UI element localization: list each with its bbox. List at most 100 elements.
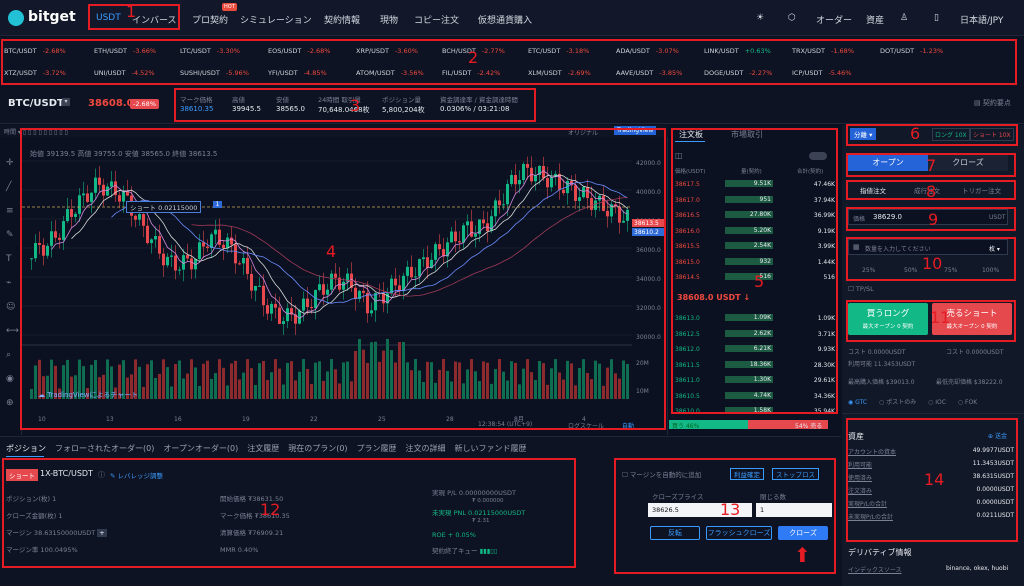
short-position-label[interactable]: ショート 0.02115000: [126, 201, 202, 213]
transfer-link[interactable]: ⊕ 送金: [988, 431, 1007, 440]
auto-margin-checkbox[interactable]: ☐ マージンを自動的に追加: [622, 469, 701, 479]
position-tab[interactable]: 注文の詳細: [406, 444, 446, 453]
order-book-row[interactable]: 38610.0 1.58K 35.94K: [669, 406, 841, 417]
close-qty-input[interactable]: 1: [756, 503, 832, 517]
ticker-item[interactable]: XRP/USDT -3.60%: [356, 47, 418, 55]
ticker-item[interactable]: AAVE/USDT -3.85%: [616, 69, 682, 77]
pct-25[interactable]: 25%: [862, 267, 875, 274]
nav-assets[interactable]: 資産: [866, 13, 884, 26]
nav-usdt[interactable]: USDT: [96, 13, 121, 23]
user-icon[interactable]: ♙: [900, 13, 908, 23]
pct-50[interactable]: 50%: [904, 267, 917, 274]
order-book-row[interactable]: 38615.5 2.54K 3.99K: [669, 241, 841, 252]
position-tab[interactable]: フォローされたオーダー(0): [55, 444, 154, 453]
mobile-icon[interactable]: ▯: [934, 13, 939, 23]
reverse-button[interactable]: 反転: [650, 526, 700, 540]
tab-order-book[interactable]: 注文板: [679, 129, 703, 140]
nav-buy-crypto[interactable]: 仮想通貨購入: [478, 13, 532, 26]
ticker-item[interactable]: UNI/USDT -4.52%: [94, 69, 155, 77]
index-source-label[interactable]: インデックスソース: [848, 565, 902, 574]
order-book-row[interactable]: 38617.0 951 37.94K: [669, 195, 841, 206]
pair-dropdown-icon[interactable]: ▾: [62, 98, 70, 106]
tab-market-trades[interactable]: 市場取引: [731, 129, 763, 140]
tradingview-tab[interactable]: TradingView: [614, 126, 657, 135]
limit-order-tab[interactable]: 指値注文: [860, 185, 886, 195]
drawing-tools[interactable]: ✛ ╱ ≡ ✎ T ⌁ ☺ ⟷ ⌕ ◉ ⊕: [0, 139, 22, 435]
theme-sun-icon[interactable]: ☀: [756, 13, 764, 23]
add-margin-button[interactable]: +: [97, 529, 107, 537]
order-book-row[interactable]: 38615.0 932 1.44K: [669, 257, 841, 268]
short-leverage[interactable]: ショート 10X: [970, 128, 1014, 141]
flash-close-button[interactable]: フラッシュクローズ: [706, 526, 772, 540]
ticker-item[interactable]: XTZ/USDT -3.72%: [4, 69, 66, 77]
log-scale-toggle[interactable]: ログスケール: [568, 421, 604, 430]
order-book-row[interactable]: 38616.5 27.80K 36.99K: [669, 210, 841, 221]
pair-name[interactable]: BTC/USDT: [8, 98, 64, 109]
ticker-item[interactable]: ADA/USDT -3.07%: [616, 47, 679, 55]
order-book-row[interactable]: 38611.0 1.30K 29.61K: [669, 375, 841, 386]
ticker-item[interactable]: EOS/USDT -2.68%: [268, 47, 330, 55]
auto-scale-toggle[interactable]: 自動: [622, 421, 634, 430]
sell-short-button[interactable]: 売るショート 最大オープン 0 契約: [932, 303, 1012, 335]
order-book-row[interactable]: 38616.0 5.20K 9.19K: [669, 226, 841, 237]
tif-options[interactable]: ◉ GTC ○ ポストのみ ○ IOC ○ FOK: [848, 397, 977, 406]
order-book-row[interactable]: 38614.5 516 516: [669, 272, 841, 283]
order-book-row[interactable]: 38612.0 6.21K 9.93K: [669, 344, 841, 355]
nav-contract-info[interactable]: 契約情報: [324, 13, 360, 26]
ticker-item[interactable]: ICP/USDT -5.46%: [792, 69, 851, 77]
position-tab[interactable]: 注文履歴: [247, 444, 279, 453]
pct-75[interactable]: 75%: [944, 267, 957, 274]
tif-ioc[interactable]: ○ IOC: [928, 399, 946, 406]
book-view-icon[interactable]: ◫: [675, 151, 683, 160]
nav-order[interactable]: オーダー: [816, 13, 852, 26]
book-toggle[interactable]: [809, 152, 827, 160]
tif-fok[interactable]: ○ FOK: [958, 399, 977, 406]
nav-pro-contract[interactable]: プロ契約: [192, 13, 228, 26]
price-input[interactable]: 価格 38629.0 USDT: [848, 209, 1008, 225]
tif-gtc[interactable]: ◉ GTC: [848, 399, 867, 406]
ticker-item[interactable]: SUSHI/USDT -5.96%: [180, 69, 249, 77]
contract-info-link[interactable]: ▤ 契約要点: [974, 98, 1011, 108]
ticker-item[interactable]: DOT/USDT -1.23%: [880, 47, 943, 55]
ticker-item[interactable]: YFI/USDT -4.85%: [268, 69, 327, 77]
margin-mode-select[interactable]: 分離 ▾: [850, 128, 877, 140]
buy-long-button[interactable]: 買うロング 最大オープン 0 契約: [848, 303, 928, 335]
ticker-item[interactable]: ATOM/USDT -3.56%: [356, 69, 424, 77]
take-profit-button[interactable]: 利益確定: [730, 468, 764, 480]
brand-logo[interactable]: bitget: [28, 9, 76, 25]
interval-selector[interactable]: 時間 ▾ ▯ ▯ ▯ ▯ ▯ ▯ ▯ ▯ ▯: [4, 127, 68, 136]
nav-inverse[interactable]: インバース: [132, 13, 177, 26]
position-tab[interactable]: 新しいファンド履歴: [455, 444, 527, 453]
nav-spot[interactable]: 現物: [380, 13, 398, 26]
ticker-item[interactable]: LINK/USDT +0.63%: [704, 47, 771, 55]
order-book-row[interactable]: 38610.5 4.74K 34.36K: [669, 391, 841, 402]
ticker-item[interactable]: ETC/USDT -3.18%: [528, 47, 589, 55]
ticker-item[interactable]: LTC/USDT -3.30%: [180, 47, 240, 55]
ticker-item[interactable]: FIL/USDT -2.42%: [442, 69, 500, 77]
ticker-item[interactable]: BCH/USDT -2.77%: [442, 47, 505, 55]
close-tab[interactable]: クローズ: [928, 155, 1008, 171]
nav-copy-trade[interactable]: コピー注文: [414, 13, 459, 26]
tpsl-checkbox[interactable]: ☐ TP/SL: [848, 285, 874, 293]
original-view-tab[interactable]: オリジナル: [568, 128, 598, 137]
drawing-tool-icons[interactable]: ✛ ╱ ≡ ✎ T ⌁ ☺ ⟷ ⌕ ◉ ⊕: [6, 151, 19, 415]
ticker-item[interactable]: TRX/USDT -1.68%: [792, 47, 854, 55]
quantity-input[interactable]: ▦ 数量を入力してください 枚 ▾: [848, 239, 1008, 255]
order-book-row[interactable]: 38612.5 2.62K 3.71K: [669, 329, 841, 340]
ticker-item[interactable]: BTC/USDT -2.68%: [4, 47, 66, 55]
position-tab[interactable]: オープンオーダー(0): [163, 444, 238, 453]
settings-icon[interactable]: ⬡: [788, 13, 796, 23]
quantity-unit[interactable]: 枚 ▾: [989, 244, 1000, 253]
position-tab[interactable]: プラン履歴: [357, 444, 397, 453]
open-tab[interactable]: オープン: [848, 155, 928, 171]
pct-100[interactable]: 100%: [982, 267, 999, 274]
leverage-adjust-link[interactable]: ✎ レバレッジ調整: [110, 470, 163, 480]
position-tab[interactable]: 現在のプラン(0): [288, 444, 347, 453]
ticker-item[interactable]: ETH/USDT -3.66%: [94, 47, 156, 55]
ticker-item[interactable]: XLM/USDT -2.69%: [528, 69, 591, 77]
position-tab[interactable]: ポジション: [6, 444, 46, 453]
order-book-row[interactable]: 38611.5 18.36K 28.30K: [669, 360, 841, 371]
stop-loss-button[interactable]: ストップロス: [772, 468, 819, 480]
ticker-item[interactable]: DOGE/USDT -2.27%: [704, 69, 772, 77]
info-icon[interactable]: ⓘ: [98, 470, 105, 480]
